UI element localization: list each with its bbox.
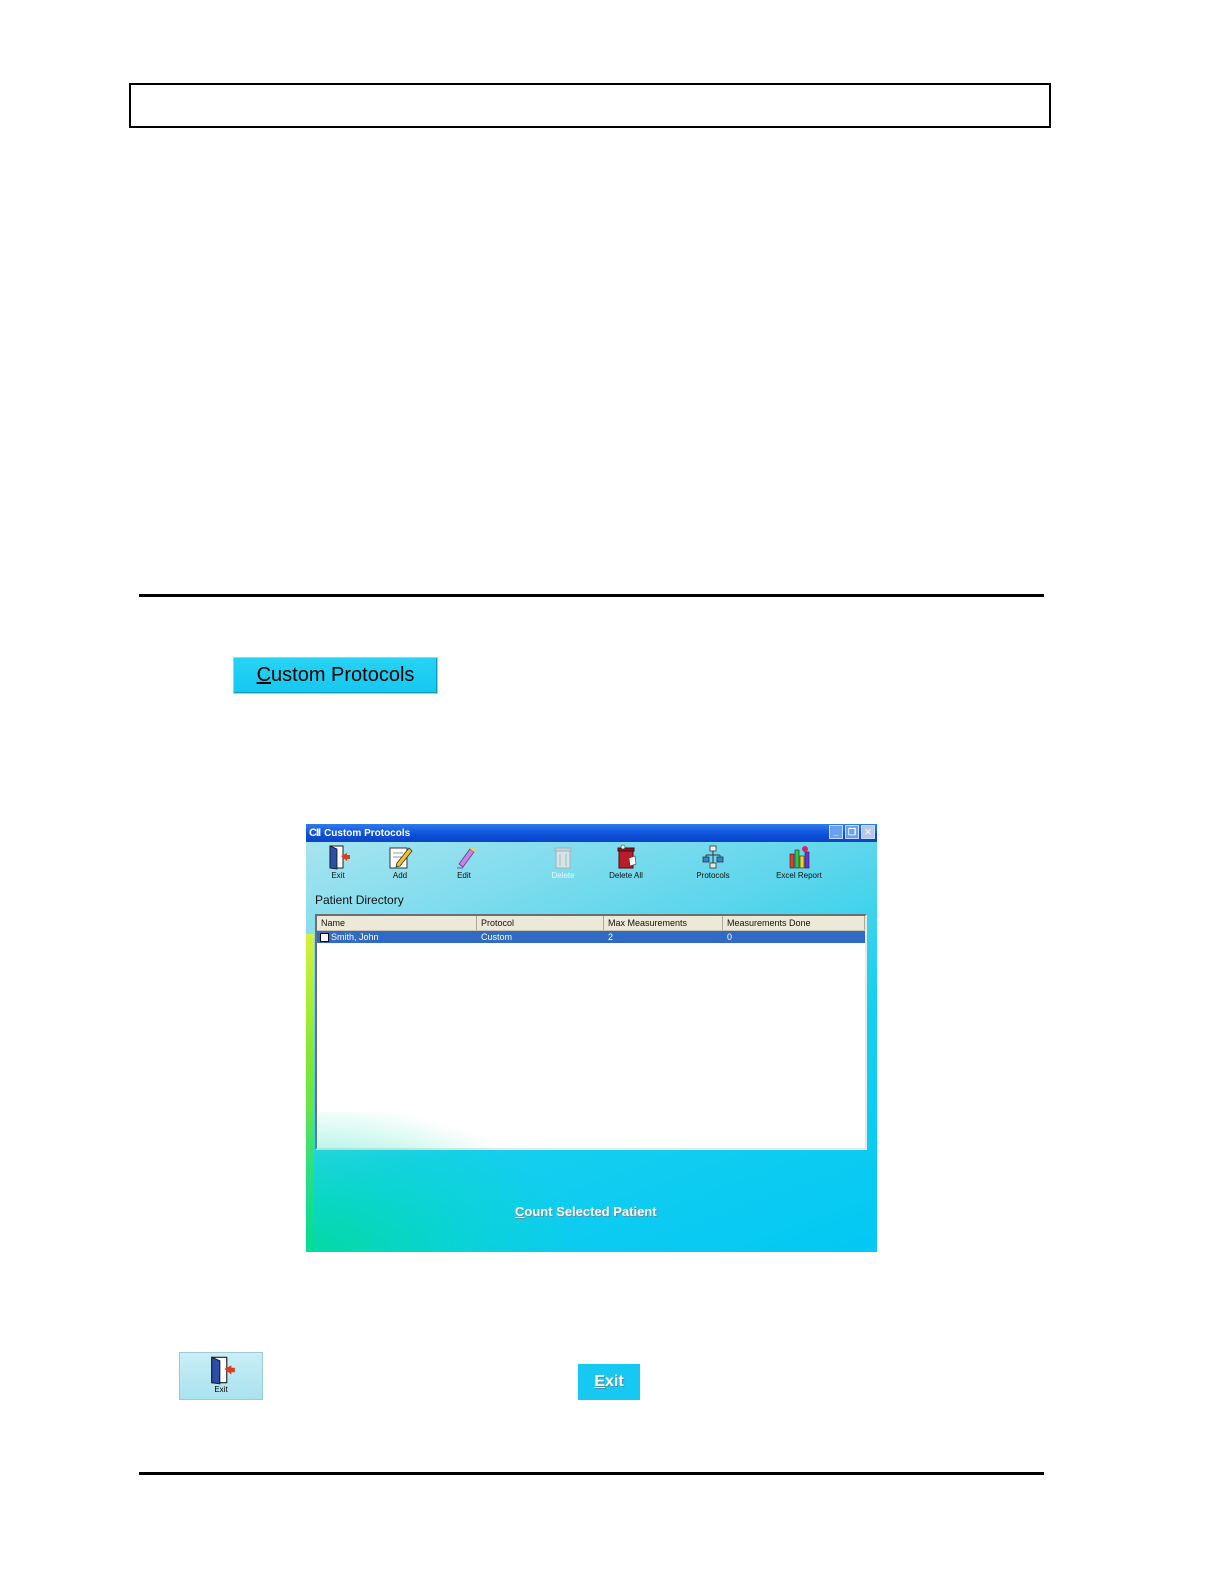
row-name-cell: Smith, John xyxy=(317,931,477,943)
toolbar-excel-report-label: Excel Report xyxy=(776,871,822,880)
toolbar-protocols-button[interactable]: Protocols xyxy=(683,844,743,882)
toolbar-exit-label: Exit xyxy=(331,871,345,880)
toolbar-protocols-label: Protocols xyxy=(696,871,730,880)
edit-eraser-icon xyxy=(457,847,476,869)
toolbar-delete-label: Delete xyxy=(551,871,575,880)
delete-all-trash-icon xyxy=(617,844,637,869)
row-max-measurements: 2 xyxy=(608,932,614,942)
exit-button[interactable]: Exit xyxy=(578,1364,640,1400)
excel-report-icon xyxy=(789,846,810,869)
column-header-protocol[interactable]: Protocol xyxy=(477,916,604,930)
patient-list[interactable]: Name Protocol Max Measurements Measureme… xyxy=(315,914,867,1150)
column-header-name[interactable]: Name xyxy=(317,916,477,930)
exit-icon-label: Exit xyxy=(214,1385,228,1394)
toolbar-edit-label: Edit xyxy=(457,871,471,880)
count-button-accel: C xyxy=(515,1204,525,1219)
exit-icon-button[interactable]: Exit xyxy=(179,1352,263,1400)
window-titlebar[interactable]: CII Custom Protocols _ ❐ ✕ xyxy=(306,824,877,842)
header-box xyxy=(129,83,1051,128)
toolbar-add-label: Add xyxy=(392,871,408,880)
close-button[interactable]: ✕ xyxy=(861,825,875,839)
column-header-max-measurements[interactable]: Max Measurements xyxy=(604,916,723,930)
exit-button-accel: E xyxy=(594,1373,605,1390)
exit-door-icon xyxy=(211,1356,235,1385)
toolbar-delete-all-label: Delete All xyxy=(609,871,643,880)
window-title: Custom Protocols xyxy=(324,827,411,839)
count-button-label: ount Selected Patient xyxy=(524,1204,657,1219)
delete-trash-icon xyxy=(554,847,572,869)
row-measurements-done: 0 xyxy=(727,932,733,942)
toolbar-add-button[interactable]: Add xyxy=(370,844,430,882)
row-protocol: Custom xyxy=(481,932,513,942)
patient-list-header: Name Protocol Max Measurements Measureme… xyxy=(317,916,865,931)
add-pencil-icon xyxy=(389,847,413,869)
row-checkbox[interactable] xyxy=(320,932,329,942)
top-divider xyxy=(139,594,1044,597)
toolbar-exit-button[interactable]: Exit xyxy=(308,844,368,882)
toolbar-delete-all-button[interactable]: Delete All xyxy=(596,844,656,882)
exit-door-icon xyxy=(329,845,350,870)
toolbar-edit-button[interactable]: Edit xyxy=(434,844,494,882)
custom-protocols-button[interactable]: Custom Protocols xyxy=(233,657,438,694)
bottom-divider xyxy=(139,1472,1044,1475)
window-controls: _ ❐ ✕ xyxy=(829,825,875,839)
app-logo: CII xyxy=(309,827,321,839)
custom-protocols-window: CII Custom Protocols _ ❐ ✕ Exit Add Edit… xyxy=(306,824,877,1252)
protocols-tree-icon xyxy=(702,845,724,869)
exit-button-label: xit xyxy=(605,1373,624,1390)
table-row[interactable]: Smith, John Custom 2 0 xyxy=(317,931,865,943)
count-selected-patient-button[interactable]: Count Selected Patient xyxy=(515,1204,657,1219)
patient-directory-label: Patient Directory xyxy=(315,893,404,907)
column-header-measurements-done[interactable]: Measurements Done xyxy=(723,916,865,930)
toolbar-excel-report-button[interactable]: Excel Report xyxy=(769,844,829,882)
toolbar-delete-button[interactable]: Delete xyxy=(533,844,593,882)
minimize-button[interactable]: _ xyxy=(829,825,843,839)
custom-protocols-button-label: ustom Protocols xyxy=(271,664,415,686)
row-name: Smith, John xyxy=(331,932,379,942)
custom-protocols-button-accel: C xyxy=(256,664,272,686)
restore-button[interactable]: ❐ xyxy=(845,825,859,839)
